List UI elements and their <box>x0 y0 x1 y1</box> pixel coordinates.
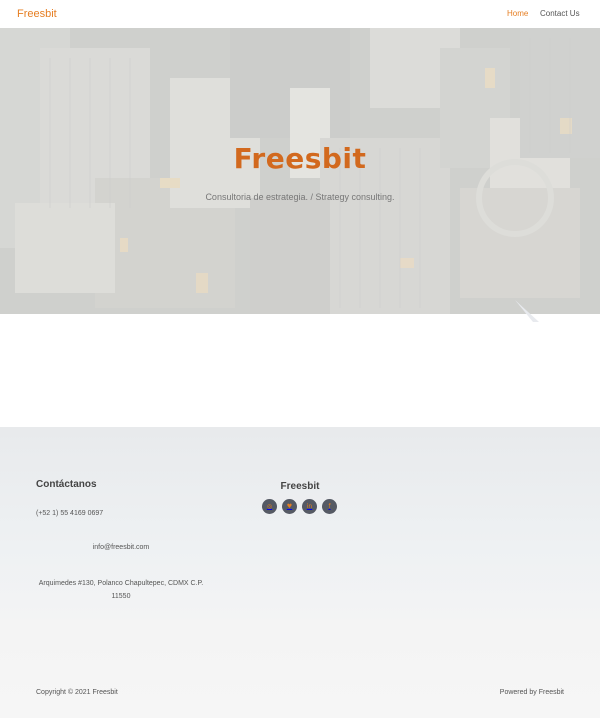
hero-wave-decoration <box>515 300 539 322</box>
instagram-icon[interactable]: ◎ <box>262 499 277 514</box>
twitter-icon[interactable]: ♥ <box>282 499 297 514</box>
contact-address: Arquimedes #130, Polanco Chapultepec, CD… <box>38 580 204 600</box>
nav-home-link[interactable]: Home <box>507 9 528 18</box>
contact-heading: Contáctanos <box>36 479 97 490</box>
footer: Contáctanos (+52 1) 55 4169 0697 info@fr… <box>0 427 600 718</box>
instagram-glyph: ◎ <box>266 502 273 510</box>
social-links: ◎ ♥ in f <box>262 499 337 514</box>
linkedin-glyph: in <box>306 502 313 510</box>
facebook-icon[interactable]: f <box>322 499 337 514</box>
brand-link[interactable]: Freesbit <box>17 8 57 20</box>
navbar: Freesbit Home Contact Us <box>0 0 600 28</box>
contact-email[interactable]: info@freesbit.com <box>36 544 206 551</box>
nav-contact-link[interactable]: Contact Us <box>540 9 580 18</box>
hero-title: Freesbit <box>233 142 367 175</box>
facebook-glyph: f <box>328 502 331 510</box>
contact-phone: (+52 1) 55 4169 0697 <box>36 510 104 517</box>
powered-by-text: Powered by Freesbit <box>499 689 564 696</box>
twitter-glyph: ♥ <box>286 502 293 510</box>
hero-subtitle: Consultoria de estrategia. / Strategy co… <box>205 192 395 202</box>
linkedin-icon[interactable]: in <box>302 499 317 514</box>
footer-brand: Freesbit <box>280 481 320 492</box>
hero-section: Freesbit Consultoria de estrategia. / St… <box>0 28 600 314</box>
copyright-text: Copyright © 2021 Freesbit <box>36 689 118 696</box>
